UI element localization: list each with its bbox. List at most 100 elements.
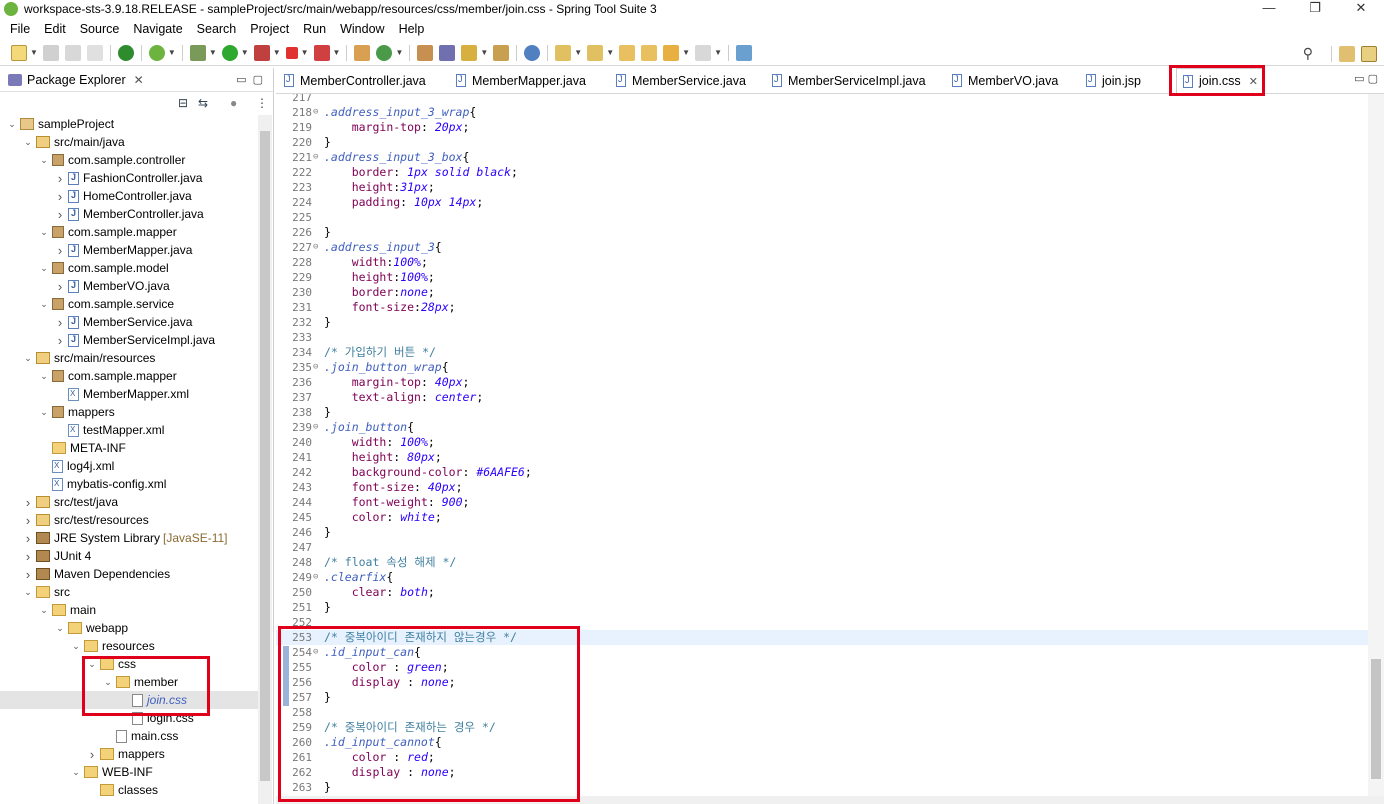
- search-files-icon[interactable]: [439, 44, 456, 61]
- editor-tab[interactable]: join.css ✕: [1176, 68, 1265, 93]
- debug-icon[interactable]: [189, 44, 206, 61]
- stop-dropdown-icon[interactable]: ▼: [301, 48, 309, 57]
- editor-vertical-scrollbar[interactable]: [1368, 94, 1384, 796]
- close-tab-icon[interactable]: ✕: [1249, 75, 1258, 88]
- expanded-chevron-icon[interactable]: ⌄: [38, 371, 50, 382]
- editor-minimize-maximize-icon[interactable]: ▭ ▢: [1354, 72, 1378, 85]
- folder-open-icon[interactable]: [493, 44, 510, 61]
- tree-item[interactable]: ⌄ src/main/java: [0, 133, 258, 151]
- editor-tab[interactable]: MemberMapper.java: [456, 68, 586, 93]
- server-dropdown-icon[interactable]: ▼: [333, 48, 341, 57]
- menu-file[interactable]: File: [3, 22, 37, 36]
- debug-dropdown-icon[interactable]: ▼: [209, 48, 217, 57]
- tree-item[interactable]: › Maven Dependencies: [0, 565, 258, 583]
- fold-toggle-icon[interactable]: ⊖: [313, 105, 318, 120]
- expanded-chevron-icon[interactable]: ⌄: [86, 659, 98, 670]
- next-dropdown-icon[interactable]: ▼: [574, 48, 582, 57]
- open-type-icon[interactable]: [354, 44, 371, 61]
- expanded-chevron-icon[interactable]: ⌄: [38, 299, 50, 310]
- tree-item[interactable]: ⌄ com.sample.controller: [0, 151, 258, 169]
- menu-edit[interactable]: Edit: [37, 22, 73, 36]
- tree-item[interactable]: › MemberService.java: [0, 313, 258, 331]
- tree-item[interactable]: mybatis-config.xml: [0, 475, 258, 493]
- fold-toggle-icon[interactable]: ⊖: [313, 360, 318, 375]
- expanded-chevron-icon[interactable]: ⌄: [38, 227, 50, 238]
- dashboard-dropdown-icon[interactable]: ▼: [168, 48, 176, 57]
- view-menu-icon[interactable]: ⋮: [256, 96, 268, 110]
- tree-item[interactable]: › JUnit 4: [0, 547, 258, 565]
- fold-toggle-icon[interactable]: ⊖: [313, 240, 318, 255]
- collapsed-chevron-icon[interactable]: ›: [86, 747, 98, 762]
- tree-item[interactable]: › MemberServiceImpl.java: [0, 331, 258, 349]
- forward-icon[interactable]: [695, 44, 712, 61]
- tree-item[interactable]: log4j.xml: [0, 457, 258, 475]
- close-icon[interactable]: ✕: [134, 73, 144, 87]
- collapsed-chevron-icon[interactable]: ›: [54, 189, 66, 204]
- tree-item[interactable]: ⌄ src/main/resources: [0, 349, 258, 367]
- fold-toggle-icon[interactable]: ⊖: [313, 570, 318, 585]
- search-icon[interactable]: ⚲: [1303, 45, 1313, 62]
- expanded-chevron-icon[interactable]: ⌄: [22, 353, 34, 364]
- collapsed-chevron-icon[interactable]: ›: [22, 549, 34, 564]
- collapsed-chevron-icon[interactable]: ›: [22, 567, 34, 582]
- tree-item[interactable]: › MemberController.java: [0, 205, 258, 223]
- code-editor[interactable]: 217 218 ⊖ .address_input_3_wrap{219 margin-…: [276, 94, 1368, 796]
- tree-item[interactable]: ⌄ webapp: [0, 619, 258, 637]
- minimize-button[interactable]: —: [1246, 0, 1292, 18]
- collapsed-chevron-icon[interactable]: ›: [54, 333, 66, 348]
- tree-item[interactable]: ⌄ resources: [0, 637, 258, 655]
- forward-dropdown-icon[interactable]: ▼: [714, 48, 722, 57]
- new-java-class-icon[interactable]: [376, 44, 393, 61]
- editor-tab[interactable]: join.jsp: [1086, 68, 1141, 93]
- pin-editor-icon[interactable]: [735, 44, 752, 61]
- run-icon[interactable]: [221, 44, 238, 61]
- tree-item[interactable]: › HomeController.java: [0, 187, 258, 205]
- expanded-chevron-icon[interactable]: ⌄: [54, 623, 66, 634]
- tree-item[interactable]: › JRE System Library [JavaSE-11]: [0, 529, 258, 547]
- prev-dropdown-icon[interactable]: ▼: [606, 48, 614, 57]
- menu-window[interactable]: Window: [333, 22, 391, 36]
- collapsed-chevron-icon[interactable]: ›: [54, 315, 66, 330]
- prev-annotation-icon[interactable]: [587, 44, 604, 61]
- expanded-chevron-icon[interactable]: ⌄: [38, 155, 50, 166]
- tree-item[interactable]: ⌄ com.sample.mapper: [0, 223, 258, 241]
- tree-item[interactable]: MemberMapper.xml: [0, 385, 258, 403]
- explorer-scrollbar[interactable]: [258, 115, 272, 804]
- menu-source[interactable]: Source: [73, 22, 127, 36]
- fold-toggle-icon[interactable]: ⊖: [313, 420, 318, 435]
- editor-horizontal-scrollbar[interactable]: [276, 796, 1384, 804]
- close-window-button[interactable]: ✕: [1338, 0, 1384, 18]
- open-perspective-icon[interactable]: [1339, 45, 1355, 62]
- editor-tab[interactable]: MemberController.java: [284, 68, 426, 93]
- tree-item[interactable]: › mappers: [0, 745, 258, 763]
- server-icon[interactable]: [313, 44, 330, 61]
- print-icon[interactable]: [86, 44, 103, 61]
- tree-item[interactable]: classes: [0, 781, 258, 799]
- collapsed-chevron-icon[interactable]: ›: [54, 279, 66, 294]
- tree-item[interactable]: main.css: [0, 727, 258, 745]
- tree-item[interactable]: ⌄ css: [0, 655, 258, 673]
- tree-item[interactable]: ⌄ main: [0, 601, 258, 619]
- globe-icon[interactable]: [524, 44, 541, 61]
- menu-help[interactable]: Help: [392, 22, 432, 36]
- tree-item[interactable]: › MemberVO.java: [0, 277, 258, 295]
- expanded-chevron-icon[interactable]: ⌄: [22, 587, 34, 598]
- menu-navigate[interactable]: Navigate: [126, 22, 189, 36]
- minimize-maximize-icon[interactable]: ▭ ▢: [236, 73, 263, 86]
- pencil-dropdown-icon[interactable]: ▼: [480, 48, 488, 57]
- editor-tab[interactable]: MemberService.java: [616, 68, 746, 93]
- collapsed-chevron-icon[interactable]: ›: [22, 495, 34, 510]
- tree-item[interactable]: login.css: [0, 709, 258, 727]
- tools-dropdown-icon[interactable]: ▼: [273, 48, 281, 57]
- collapsed-chevron-icon[interactable]: ›: [22, 513, 34, 528]
- link-with-editor-icon[interactable]: ⇆: [198, 96, 208, 110]
- expanded-chevron-icon[interactable]: ⌄: [38, 407, 50, 418]
- maximize-button[interactable]: ❐: [1292, 0, 1338, 18]
- save-all-icon[interactable]: [64, 44, 81, 61]
- back-dropdown-icon[interactable]: ▼: [682, 48, 690, 57]
- tree-item[interactable]: ⌄ com.sample.mapper: [0, 367, 258, 385]
- expanded-chevron-icon[interactable]: ⌄: [70, 641, 82, 652]
- collapsed-chevron-icon[interactable]: ›: [54, 243, 66, 258]
- save-icon[interactable]: [42, 44, 59, 61]
- filter-icon[interactable]: ●: [230, 96, 237, 110]
